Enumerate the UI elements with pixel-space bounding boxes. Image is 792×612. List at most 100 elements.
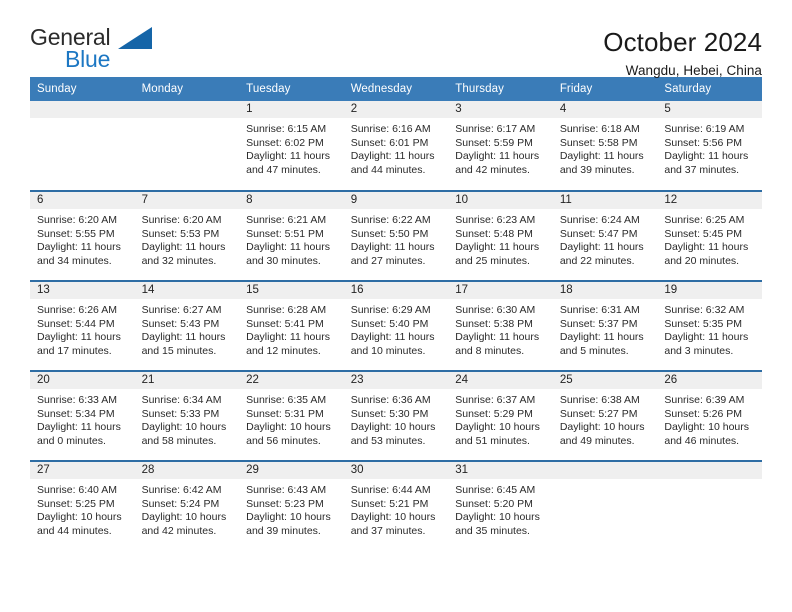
sunset-text: Sunset: 5:24 PM <box>141 497 220 510</box>
day-cell-inner: 24 Sunrise: 6:37 AM Sunset: 5:29 PM Dayligh… <box>448 372 553 460</box>
day-cell[interactable]: 1 Sunrise: 6:15 AM Sunset: 6:02 PM Daylight… <box>239 101 344 191</box>
day-number: 25 <box>552 372 658 389</box>
day-details: Sunrise: 6:34 AM Sunset: 5:33 PM Daylight:… <box>135 389 240 448</box>
daylight-text: Daylight: 11 hours and 47 minutes. <box>246 150 330 176</box>
day-cell-inner: 25 Sunrise: 6:38 AM Sunset: 5:27 PM Dayligh… <box>552 372 658 460</box>
day-cell-inner: 3 Sunrise: 6:17 AM Sunset: 5:59 PM Daylight… <box>448 101 553 189</box>
day-cell[interactable]: 25 Sunrise: 6:38 AM Sunset: 5:27 PM Dayligh… <box>552 370 658 461</box>
day-number: 16 <box>343 282 449 299</box>
day-cell[interactable]: 24 Sunrise: 6:37 AM Sunset: 5:29 PM Dayligh… <box>448 370 553 461</box>
day-cell[interactable]: 26 Sunrise: 6:39 AM Sunset: 5:26 PM Dayligh… <box>657 370 762 461</box>
day-details: Sunrise: 6:28 AM Sunset: 5:41 PM Daylight:… <box>239 299 344 358</box>
day-cell[interactable]: 11 Sunrise: 6:24 AM Sunset: 5:47 PM Dayligh… <box>552 190 658 281</box>
day-cell[interactable]: 6 Sunrise: 6:20 AM Sunset: 5:55 PM Daylight… <box>30 190 135 281</box>
day-details: Sunrise: 6:44 AM Sunset: 5:21 PM Daylight:… <box>344 479 449 538</box>
sunset-text: Sunset: 5:47 PM <box>559 227 638 240</box>
day-cell[interactable]: 23 Sunrise: 6:36 AM Sunset: 5:30 PM Dayligh… <box>343 370 449 461</box>
day-cell[interactable]: 17 Sunrise: 6:30 AM Sunset: 5:38 PM Dayligh… <box>448 280 553 371</box>
day-details: Sunrise: 6:40 AM Sunset: 5:25 PM Daylight:… <box>30 479 135 538</box>
day-cell[interactable]: 30 Sunrise: 6:44 AM Sunset: 5:21 PM Dayligh… <box>343 460 449 551</box>
sunrise-text: Sunrise: 6:20 AM <box>141 214 222 226</box>
sunset-text: Sunset: 5:40 PM <box>350 317 429 330</box>
general-blue-logo[interactable]: General Blue <box>30 26 155 82</box>
day-cell[interactable]: 27 Sunrise: 6:40 AM Sunset: 5:25 PM Dayligh… <box>30 460 135 551</box>
day-cell[interactable]: 16 Sunrise: 6:29 AM Sunset: 5:40 PM Dayligh… <box>343 280 449 371</box>
sunrise-text: Sunrise: 6:29 AM <box>350 304 431 316</box>
day-cell[interactable]: 3 Sunrise: 6:17 AM Sunset: 5:59 PM Daylight… <box>448 101 553 191</box>
day-number: 23 <box>343 372 449 389</box>
daylight-text: Daylight: 10 hours and 37 minutes. <box>350 511 436 537</box>
sunset-text: Sunset: 5:48 PM <box>455 227 533 240</box>
day-cell[interactable]: 13 Sunrise: 6:26 AM Sunset: 5:44 PM Dayligh… <box>30 280 135 371</box>
day-details: Sunrise: 6:39 AM Sunset: 5:26 PM Daylight:… <box>657 389 762 448</box>
day-number: 14 <box>134 282 240 299</box>
day-cell-inner: 7 Sunrise: 6:20 AM Sunset: 5:53 PM Daylight… <box>134 192 240 280</box>
daylight-text: Daylight: 11 hours and 20 minutes. <box>664 241 749 267</box>
page-title: October 2024 <box>603 27 762 57</box>
day-cell[interactable]: 22 Sunrise: 6:35 AM Sunset: 5:31 PM Dayligh… <box>239 370 344 461</box>
sunset-text: Sunset: 5:56 PM <box>664 136 743 149</box>
sunrise-text: Sunrise: 6:28 AM <box>246 304 327 316</box>
day-number: 8 <box>239 192 344 209</box>
day-cell-inner: 19 Sunrise: 6:32 AM Sunset: 5:35 PM Dayligh… <box>657 282 762 370</box>
day-cell-inner: 15 Sunrise: 6:28 AM Sunset: 5:41 PM Dayligh… <box>239 282 344 370</box>
day-number: 21 <box>134 372 240 389</box>
day-cell[interactable]: 18 Sunrise: 6:31 AM Sunset: 5:37 PM Dayligh… <box>552 280 658 371</box>
day-cell[interactable]: 20 Sunrise: 6:33 AM Sunset: 5:34 PM Dayligh… <box>30 370 135 461</box>
daylight-text: Daylight: 11 hours and 22 minutes. <box>559 241 644 267</box>
day-cell[interactable]: 19 Sunrise: 6:32 AM Sunset: 5:35 PM Dayligh… <box>657 280 762 371</box>
day-cell[interactable]: 15 Sunrise: 6:28 AM Sunset: 5:41 PM Dayligh… <box>239 280 344 371</box>
day-number: 17 <box>448 282 553 299</box>
day-cell[interactable]: 8 Sunrise: 6:21 AM Sunset: 5:51 PM Daylight… <box>239 190 344 281</box>
sunrise-text: Sunrise: 6:33 AM <box>37 394 117 406</box>
day-details: Sunrise: 6:23 AM Sunset: 5:48 PM Daylight:… <box>448 209 553 268</box>
calendar-week-row: 20 Sunrise: 6:33 AM Sunset: 5:34 PM Dayligh… <box>30 370 762 461</box>
day-number: 12 <box>657 192 762 209</box>
sunset-text: Sunset: 5:58 PM <box>559 136 638 149</box>
daylight-text: Daylight: 10 hours and 53 minutes. <box>350 421 436 447</box>
day-cell[interactable]: 29 Sunrise: 6:43 AM Sunset: 5:23 PM Dayligh… <box>239 460 344 551</box>
day-cell[interactable]: 9 Sunrise: 6:22 AM Sunset: 5:50 PM Daylight… <box>343 190 449 281</box>
sunrise-text: Sunrise: 6:16 AM <box>350 123 431 135</box>
day-cell[interactable]: 14 Sunrise: 6:27 AM Sunset: 5:43 PM Dayligh… <box>134 280 240 371</box>
sunrise-text: Sunrise: 6:25 AM <box>664 214 745 226</box>
day-number: 22 <box>239 372 344 389</box>
calendar-page: General Blue October 2024 Wangdu, Hebei,… <box>0 0 792 612</box>
day-cell[interactable]: 31 Sunrise: 6:45 AM Sunset: 5:20 PM Dayligh… <box>448 460 553 551</box>
day-details: Sunrise: 6:25 AM Sunset: 5:45 PM Daylight:… <box>657 209 762 268</box>
day-cell[interactable]: 10 Sunrise: 6:23 AM Sunset: 5:48 PM Dayligh… <box>448 190 553 281</box>
daylight-text: Daylight: 11 hours and 42 minutes. <box>455 150 540 176</box>
sunset-text: Sunset: 6:02 PM <box>246 136 324 149</box>
day-details: Sunrise: 6:29 AM Sunset: 5:40 PM Daylight:… <box>344 299 449 358</box>
day-number: 29 <box>239 462 344 479</box>
calendar-week-row: 13 Sunrise: 6:26 AM Sunset: 5:44 PM Dayligh… <box>30 280 762 371</box>
day-cell[interactable]: 4 Sunrise: 6:18 AM Sunset: 5:58 PM Daylight… <box>552 101 658 191</box>
day-number: 2 <box>343 101 449 118</box>
day-cell[interactable]: 2 Sunrise: 6:16 AM Sunset: 6:01 PM Daylight… <box>343 101 449 191</box>
day-cell-inner: 26 Sunrise: 6:39 AM Sunset: 5:26 PM Dayligh… <box>657 372 762 460</box>
day-details: Sunrise: 6:37 AM Sunset: 5:29 PM Daylight:… <box>448 389 553 448</box>
daylight-text: Daylight: 11 hours and 32 minutes. <box>141 241 226 267</box>
day-cell[interactable]: 28 Sunrise: 6:42 AM Sunset: 5:24 PM Dayligh… <box>134 460 240 551</box>
day-cell[interactable]: 5 Sunrise: 6:19 AM Sunset: 5:56 PM Daylight… <box>657 101 762 191</box>
sunrise-text: Sunrise: 6:23 AM <box>455 214 536 226</box>
day-number <box>134 101 240 118</box>
day-cell[interactable]: 7 Sunrise: 6:20 AM Sunset: 5:53 PM Daylight… <box>134 190 240 281</box>
sunrise-text: Sunrise: 6:45 AM <box>455 484 536 496</box>
day-cell[interactable]: 21 Sunrise: 6:34 AM Sunset: 5:33 PM Dayligh… <box>134 370 240 461</box>
day-number <box>30 101 135 118</box>
day-number: 24 <box>448 372 553 389</box>
day-number: 1 <box>239 101 344 118</box>
day-cell[interactable]: 12 Sunrise: 6:25 AM Sunset: 5:45 PM Dayligh… <box>657 190 762 281</box>
sunset-text: Sunset: 5:38 PM <box>455 317 533 330</box>
day-number: 27 <box>30 462 135 479</box>
daylight-text: Daylight: 11 hours and 30 minutes. <box>246 241 330 267</box>
day-details: Sunrise: 6:32 AM Sunset: 5:35 PM Daylight:… <box>657 299 762 358</box>
sunrise-text: Sunrise: 6:17 AM <box>455 123 536 135</box>
day-details: Sunrise: 6:45 AM Sunset: 5:20 PM Daylight:… <box>448 479 553 538</box>
sunrise-text: Sunrise: 6:15 AM <box>246 123 327 135</box>
sunrise-text: Sunrise: 6:38 AM <box>559 394 640 406</box>
day-details: Sunrise: 6:30 AM Sunset: 5:38 PM Daylight:… <box>448 299 553 358</box>
day-number: 10 <box>448 192 553 209</box>
sunset-text: Sunset: 5:23 PM <box>246 497 324 510</box>
